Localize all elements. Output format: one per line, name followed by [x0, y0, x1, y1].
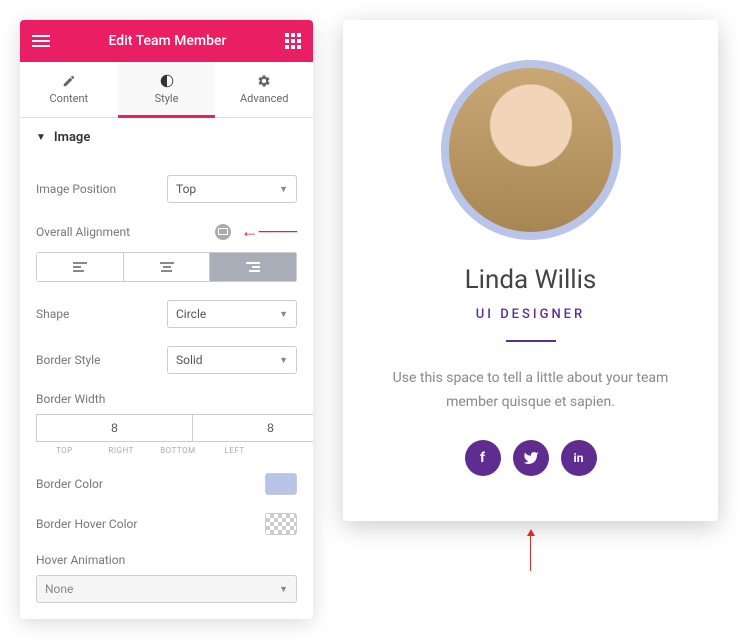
border-hover-color-label: Border Hover Color [36, 517, 265, 531]
align-right-button[interactable] [210, 252, 297, 282]
facebook-link[interactable]: f [465, 440, 501, 476]
menu-icon[interactable] [32, 35, 50, 47]
twitter-link[interactable] [513, 440, 549, 476]
overall-alignment-label: Overall Alignment [36, 225, 209, 239]
contrast-icon [160, 74, 174, 88]
border-color-label: Border Color [36, 477, 265, 491]
hover-animation-select[interactable]: None ▼ [36, 575, 297, 603]
gear-icon [257, 74, 271, 88]
hover-animation-label: Hover Animation [36, 553, 297, 567]
twitter-icon [523, 450, 539, 466]
chevron-down-icon: ▼ [279, 584, 288, 595]
chevron-down-icon: ▼ [279, 355, 288, 366]
annotation-arrow-left: ←─── [241, 221, 297, 242]
annotation-arrow-up [527, 529, 535, 571]
align-left-button[interactable] [36, 252, 124, 282]
image-position-label: Image Position [36, 182, 167, 196]
alignment-buttons [36, 252, 297, 282]
shape-label: Shape [36, 307, 167, 321]
member-name: Linda Willis [373, 265, 688, 295]
responsive-icon[interactable] [215, 224, 231, 240]
caret-down-icon: ▼ [36, 132, 46, 143]
align-center-button[interactable] [124, 252, 211, 282]
team-member-card: Linda Willis UI DESIGNER Use this space … [343, 20, 718, 521]
section-image[interactable]: ▼ Image [20, 118, 313, 157]
linkedin-link[interactable]: in [561, 440, 597, 476]
border-hover-color-swatch[interactable] [265, 513, 297, 535]
border-color-swatch[interactable] [265, 473, 297, 495]
editor-header: Edit Team Member [20, 20, 313, 62]
shape-select[interactable]: Circle ▼ [167, 300, 297, 328]
border-width-right[interactable] [193, 414, 313, 442]
tab-style[interactable]: Style [118, 62, 216, 117]
border-style-select[interactable]: Solid ▼ [167, 346, 297, 374]
member-role: UI DESIGNER [373, 307, 688, 322]
divider [506, 340, 556, 342]
chevron-down-icon: ▼ [279, 309, 288, 320]
align-left-icon [73, 262, 87, 272]
member-description: Use this space to tell a little about yo… [373, 367, 688, 415]
chevron-down-icon: ▼ [279, 184, 288, 195]
facebook-icon: f [480, 450, 485, 466]
pencil-icon [62, 74, 76, 88]
editor-panel: Edit Team Member Content Style Advanced … [20, 20, 313, 619]
editor-title: Edit Team Member [109, 33, 227, 49]
border-style-label: Border Style [36, 353, 167, 367]
border-width-label: Border Width [36, 392, 297, 406]
align-right-icon [246, 262, 260, 272]
border-width-top[interactable] [36, 414, 193, 442]
apps-icon[interactable] [285, 33, 301, 49]
tab-content[interactable]: Content [20, 62, 118, 117]
linkedin-icon: in [574, 451, 584, 465]
social-links: f in [373, 440, 688, 476]
image-position-select[interactable]: Top ▼ [167, 175, 297, 203]
tabs: Content Style Advanced [20, 62, 313, 118]
tab-advanced[interactable]: Advanced [215, 62, 313, 117]
align-center-icon [160, 262, 174, 272]
member-avatar [441, 60, 621, 240]
